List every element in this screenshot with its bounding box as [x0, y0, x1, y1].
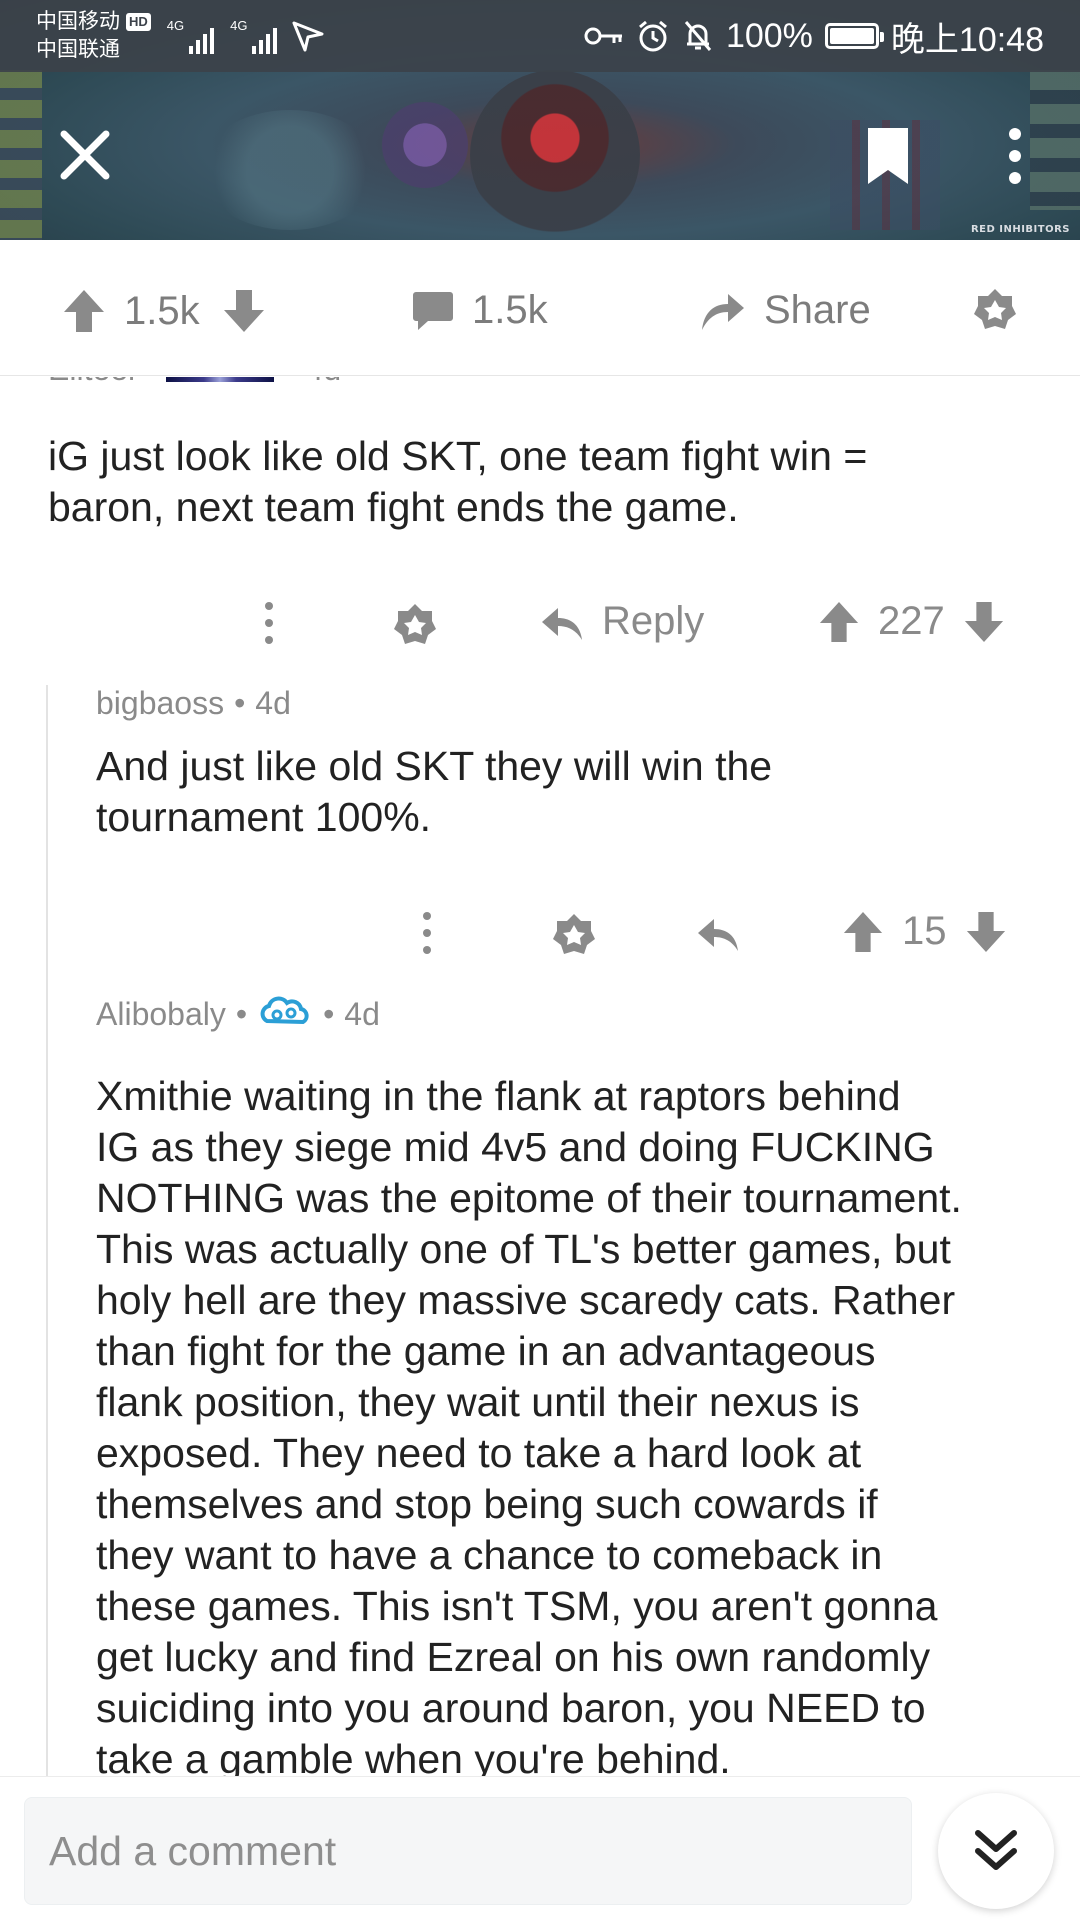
- carrier-1: 中国移动: [36, 10, 120, 33]
- award-icon[interactable]: [972, 286, 1018, 332]
- comment-body: And just like old SKT they will win the …: [96, 743, 773, 840]
- battery-percent: 100%: [725, 16, 813, 55]
- close-icon[interactable]: [58, 128, 112, 182]
- reply-arrow-icon[interactable]: [696, 913, 740, 953]
- cloud9-flair-icon: [260, 996, 309, 1025]
- bookmark-icon[interactable]: [866, 126, 910, 186]
- carrier-info: 中国移动 HD 中国联通: [36, 8, 151, 64]
- next-comment-button[interactable]: [938, 1793, 1054, 1909]
- reply-arrow-icon: [542, 607, 582, 640]
- user-flair-image: [166, 377, 275, 382]
- alarm-icon: [638, 20, 667, 52]
- upvote-icon[interactable]: [62, 288, 106, 334]
- award-icon[interactable]: [392, 601, 438, 647]
- thread-line: [46, 685, 48, 1777]
- more-options-icon[interactable]: [1000, 126, 1030, 186]
- image-caption: RED INHIBITORS: [970, 224, 1070, 235]
- more-options-icon[interactable]: [420, 911, 434, 955]
- comment-composer-bar: Add a comment: [0, 1776, 1080, 1920]
- location-arrow-icon: [292, 21, 324, 52]
- downvote-icon[interactable]: [965, 910, 1007, 954]
- comment-author[interactable]: Alibobaly: [96, 996, 226, 1033]
- share-label: Share: [764, 288, 871, 332]
- comment-age: 4d: [306, 377, 342, 388]
- key-icon: [584, 27, 622, 45]
- add-comment-input[interactable]: Add a comment: [24, 1797, 912, 1905]
- comments-count-button[interactable]: 1.5k: [412, 288, 548, 333]
- upvote-icon[interactable]: [818, 600, 860, 644]
- comment-author[interactable]: bigbaoss: [96, 685, 224, 722]
- signal-2-icon: 4G: [230, 18, 278, 54]
- downvote-icon[interactable]: [963, 600, 1005, 644]
- comment-author[interactable]: Eliteel: [48, 377, 135, 388]
- post-score: 1.5k: [124, 288, 200, 333]
- comment-age: 4d: [255, 685, 291, 721]
- upvote-icon[interactable]: [842, 910, 884, 954]
- hd-badge: HD: [126, 13, 151, 31]
- award-icon[interactable]: [551, 911, 597, 957]
- double-chevron-down-icon: [975, 1830, 1017, 1870]
- post-header-image: RED INHIBITORS 中国移动 HD 中国联通 4G 4G 100% 晚…: [0, 0, 1080, 240]
- carrier-2: 中国联通: [36, 38, 120, 61]
- reply-button[interactable]: Reply: [540, 599, 704, 644]
- clock: 晚上10:48: [890, 20, 1044, 59]
- comment-bubble-icon: [413, 291, 453, 330]
- status-bar: 中国移动 HD 中国联通 4G 4G 100% 晚上10:48: [0, 0, 1080, 72]
- comment-list: Eliteel • • 4d iG just look like old SKT…: [0, 377, 1080, 1777]
- battery-icon: [824, 23, 884, 49]
- comment-score: 227: [878, 599, 945, 643]
- comment-body: Xmithie waiting in the flank at raptors …: [96, 1073, 962, 1777]
- comment-count: 1.5k: [472, 288, 548, 332]
- share-arrow-icon: [702, 293, 744, 330]
- comment-age: 4d: [344, 995, 380, 1032]
- reply-label: Reply: [602, 599, 705, 643]
- more-options-icon[interactable]: [262, 601, 276, 645]
- comment-body: iG just look like old SKT, one team figh…: [48, 433, 868, 530]
- comment-score: 15: [902, 909, 947, 953]
- mute-bell-icon: [684, 21, 712, 51]
- signal-1-icon: 4G: [167, 18, 215, 54]
- share-button[interactable]: Share: [700, 288, 871, 333]
- downvote-icon[interactable]: [222, 288, 266, 334]
- post-action-bar: 1.5k 1.5k Share: [0, 240, 1080, 376]
